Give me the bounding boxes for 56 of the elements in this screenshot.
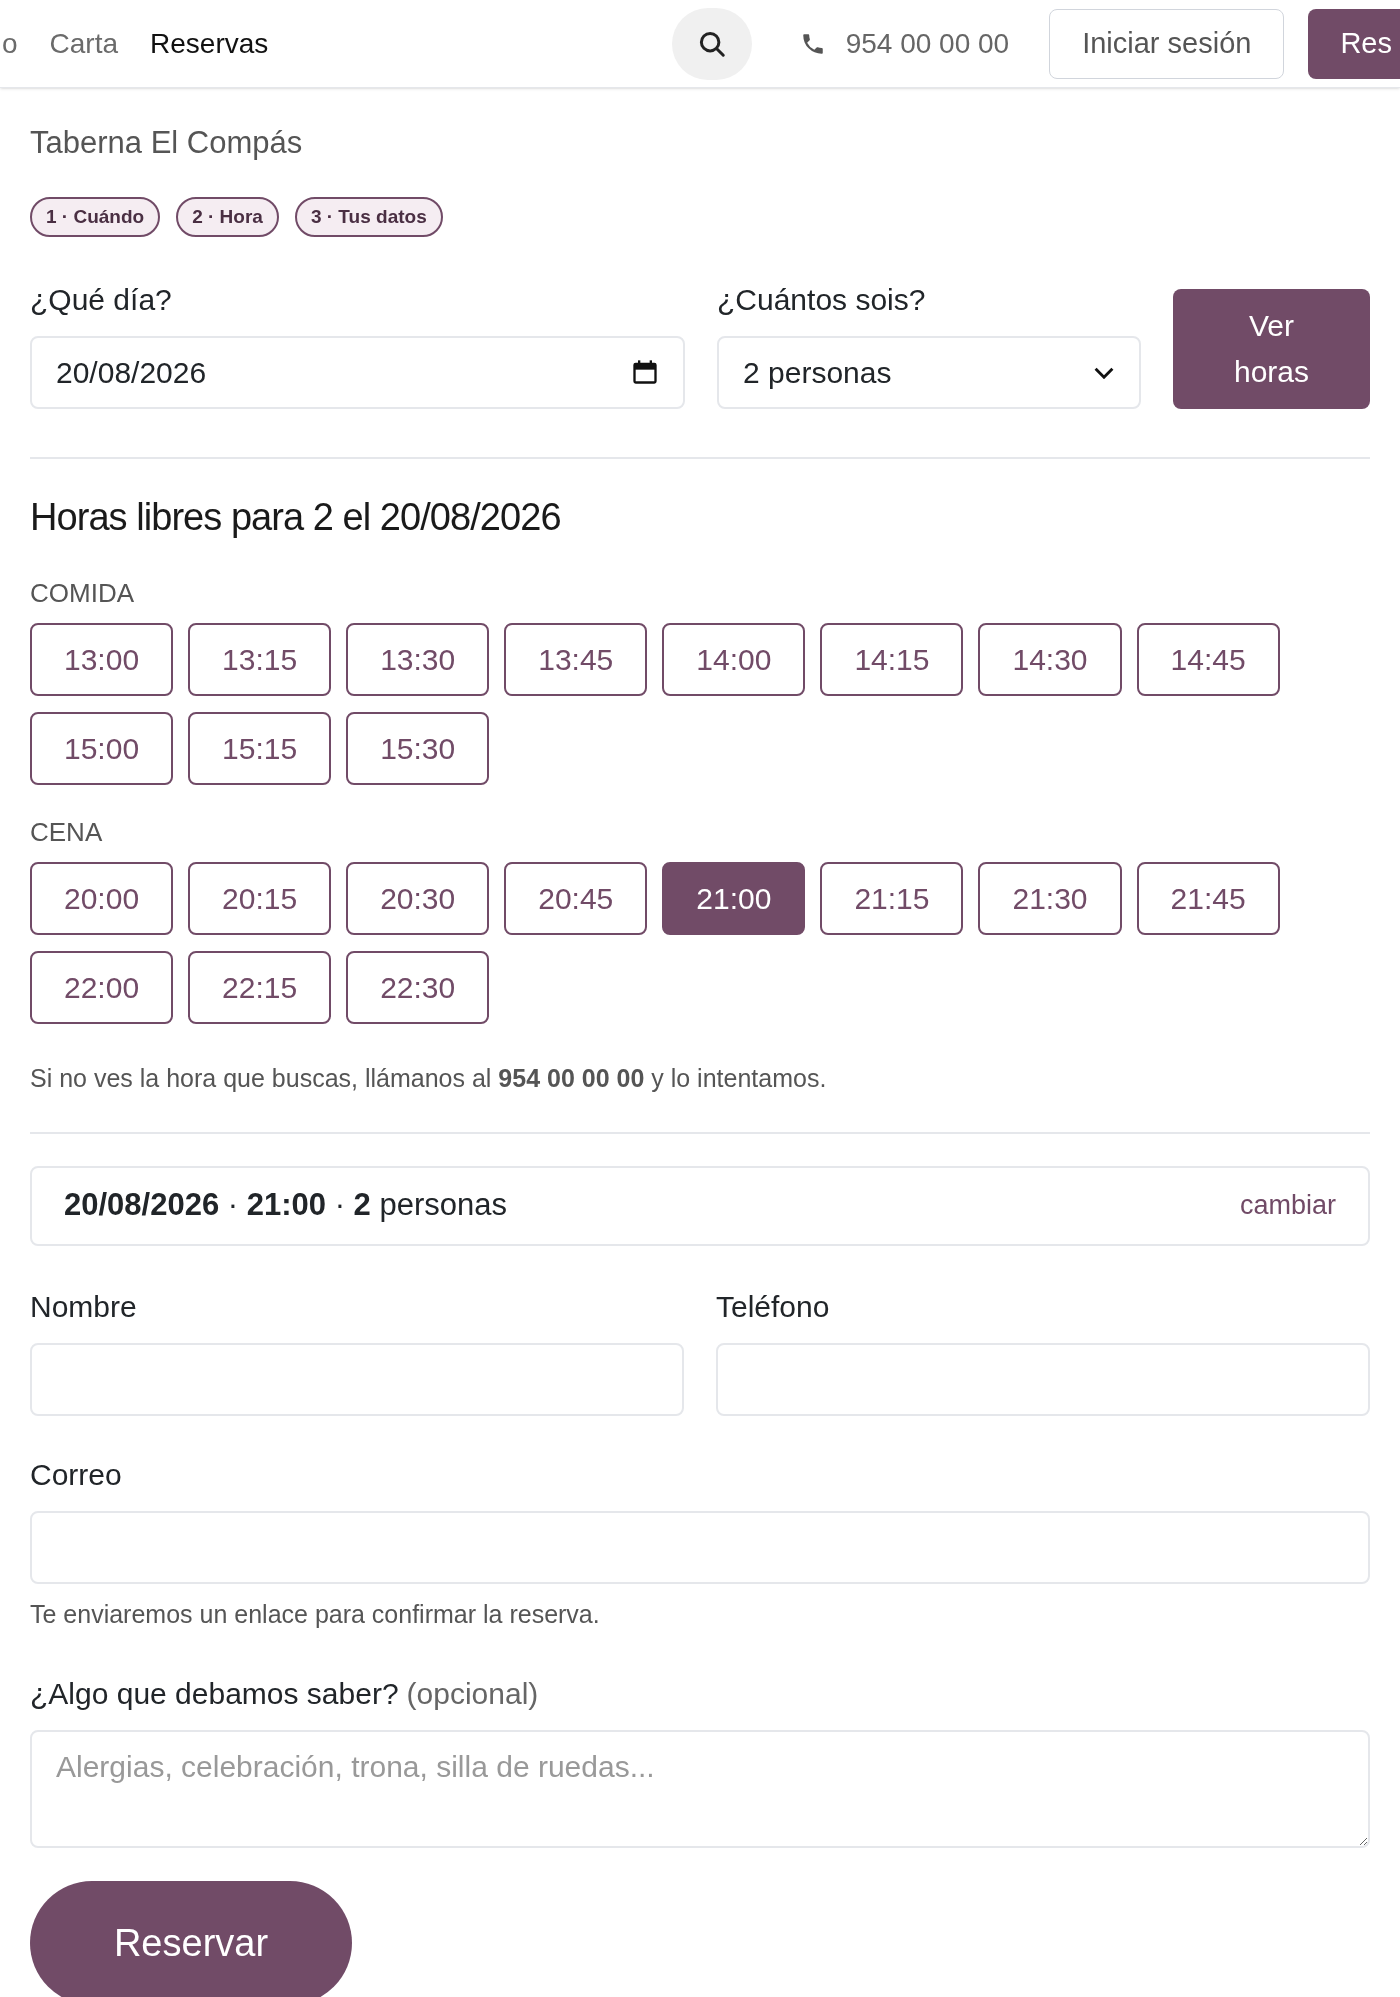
login-button[interactable]: Iniciar sesión xyxy=(1049,8,1285,79)
time-slot[interactable]: 20:45 xyxy=(504,862,648,935)
reserve-nav-button[interactable]: Res xyxy=(1308,8,1400,79)
time-slot[interactable]: 21:15 xyxy=(820,862,964,935)
call-note: Si no ves la hora que buscas, llámanos al 954 00 00 00 y lo intentamos. xyxy=(30,1063,828,1094)
time-slot[interactable]: 14:45 xyxy=(1136,623,1280,696)
time-slot[interactable]: 14:15 xyxy=(820,623,964,696)
optional-label: (opcional) xyxy=(406,1676,539,1712)
party-select[interactable]: 2 personas xyxy=(717,336,1141,409)
time-slot[interactable]: 15:30 xyxy=(346,712,490,785)
time-slot[interactable]: 22:30 xyxy=(346,951,490,1024)
time-slot[interactable]: 15:15 xyxy=(188,712,332,785)
time-slot[interactable]: 21:45 xyxy=(1136,862,1280,935)
date-field[interactable]: 20/08/2026 xyxy=(30,336,685,409)
reserve-button[interactable]: Reservar xyxy=(30,1881,352,1997)
chevron-down-icon xyxy=(1093,366,1115,379)
field-label: Teléfono xyxy=(716,1288,831,1325)
meal-label: COMIDA xyxy=(30,577,135,610)
time-slot[interactable]: 20:15 xyxy=(188,862,332,935)
time-slot[interactable]: 13:30 xyxy=(346,623,490,696)
calendar-icon[interactable] xyxy=(631,358,659,386)
time-slot[interactable]: 21:30 xyxy=(978,862,1122,935)
email-input[interactable] xyxy=(30,1510,1370,1584)
field-label: Correo xyxy=(30,1456,123,1493)
time-slot[interactable]: 22:00 xyxy=(30,951,174,1024)
step-badge: 2 · Hora xyxy=(176,196,279,237)
slots-heading: Horas libres para 2 el 20/08/2026 xyxy=(30,495,562,540)
summary-text: 20/08/2026 · 21:00 · 2 personas xyxy=(64,1186,508,1225)
step-badge: 3 · Tus datos xyxy=(294,196,443,237)
field-label: ¿Algo que debamos saber? xyxy=(30,1676,399,1712)
meal-label: CENA xyxy=(30,816,104,849)
change-link[interactable]: cambiar xyxy=(1239,1185,1336,1226)
email-hint: Te enviaremos un enlace para confirmar la reserva. xyxy=(30,1598,601,1630)
time-slot[interactable]: 13:15 xyxy=(188,623,332,696)
phone-input[interactable] xyxy=(716,1342,1370,1416)
step-badge: 1 · Cuándo xyxy=(30,196,161,237)
nav-link[interactable]: o xyxy=(2,22,18,65)
notes-textarea[interactable]: Alergias, celebración, trona, silla de ruedas... xyxy=(30,1730,1370,1848)
field-label: Nombre xyxy=(30,1288,138,1325)
time-slot[interactable]: 14:30 xyxy=(978,623,1122,696)
time-slot[interactable]: 13:45 xyxy=(504,623,648,696)
time-slot[interactable]: 20:00 xyxy=(30,862,174,935)
time-slot[interactable]: 21:00 xyxy=(662,862,806,935)
see-times-button[interactable]: Ver horas xyxy=(1173,289,1370,409)
phone-number[interactable]: 954 00 00 00 xyxy=(845,22,1010,65)
nav-link[interactable]: Carta xyxy=(49,22,119,65)
restaurant-name: Taberna El Compás xyxy=(30,124,304,162)
time-slot[interactable]: 13:00 xyxy=(30,623,174,696)
time-slot[interactable]: 22:15 xyxy=(188,951,332,1024)
time-slot[interactable]: 15:00 xyxy=(30,712,174,785)
time-slot[interactable]: 14:00 xyxy=(662,623,806,696)
field-label: ¿Qué día? xyxy=(30,282,173,318)
field-label: ¿Cuántos sois? xyxy=(717,282,927,318)
time-slot[interactable]: 20:30 xyxy=(346,862,490,935)
nav-link[interactable]: Reservas xyxy=(150,22,269,65)
name-input[interactable] xyxy=(30,1342,684,1416)
